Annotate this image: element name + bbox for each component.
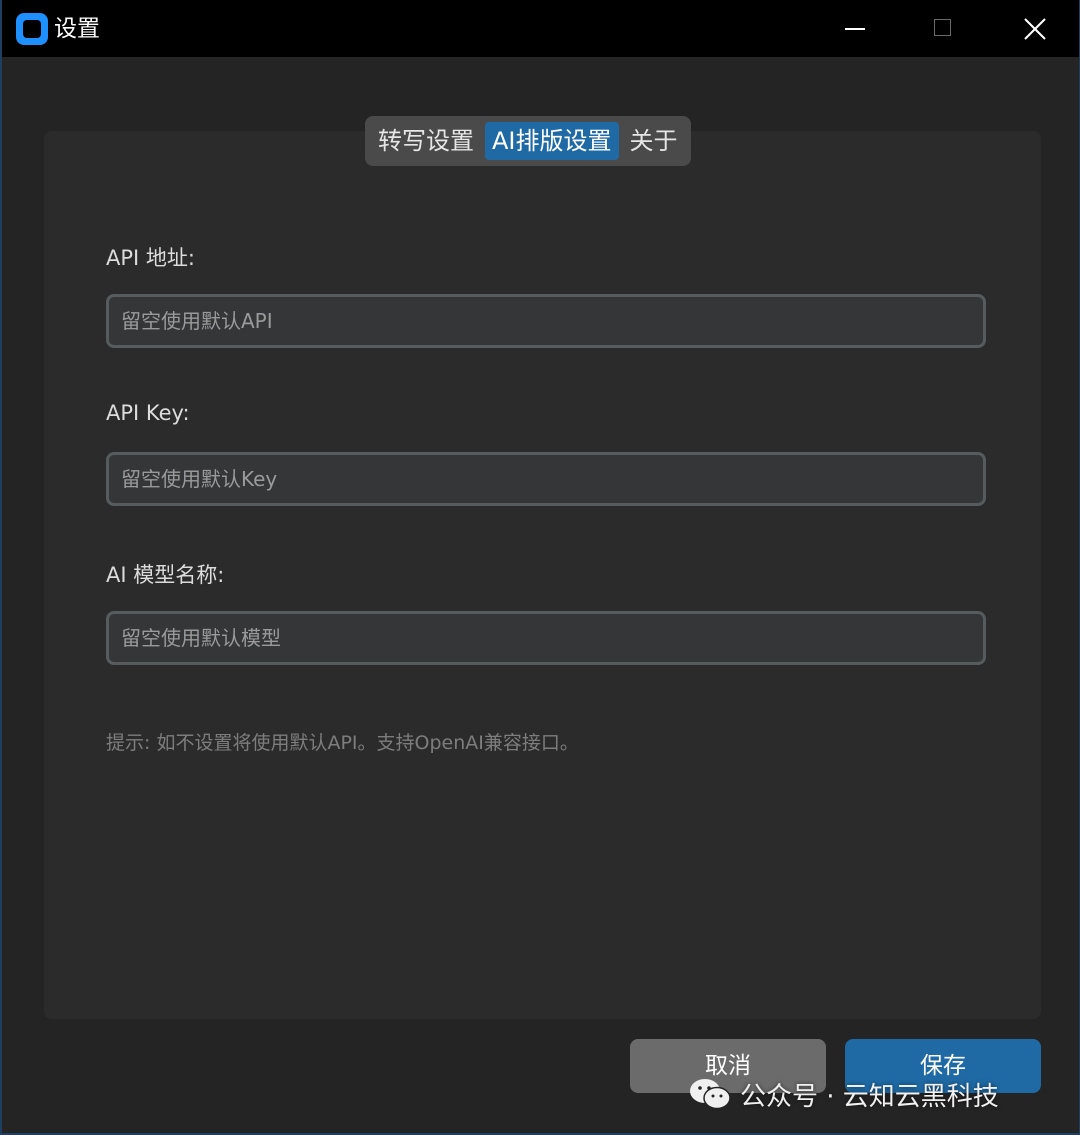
close-icon — [1024, 18, 1046, 40]
wechat-icon — [690, 1079, 731, 1110]
maximize-button[interactable] — [898, 0, 988, 57]
model-name-input[interactable] — [106, 611, 986, 665]
minimize-button[interactable] — [810, 0, 900, 57]
tab-about[interactable]: 关于 — [623, 122, 685, 160]
tab-transcription-settings[interactable]: 转写设置 — [371, 122, 481, 160]
tab-ai-layout-settings[interactable]: AI排版设置 — [485, 122, 619, 160]
window-title: 设置 — [54, 16, 100, 42]
title-bar[interactable]: 设置 — [2, 0, 1079, 57]
api-url-label: API 地址: — [106, 246, 195, 270]
api-key-label: API Key: — [106, 401, 190, 425]
hint-text: 提示: 如不设置将使用默认API。支持OpenAI兼容接口。 — [106, 732, 579, 754]
watermark-text: 公众号 · 云知云黑科技 — [740, 1081, 999, 1112]
minimize-icon — [845, 28, 865, 30]
close-button[interactable] — [990, 0, 1079, 57]
tab-bar: 转写设置 AI排版设置 关于 — [365, 116, 691, 166]
api-key-input[interactable] — [106, 452, 986, 506]
model-name-label: AI 模型名称: — [106, 563, 225, 587]
app-logo-icon — [16, 13, 48, 45]
watermark: 公众号 · 云知云黑科技 — [688, 1074, 999, 1114]
api-url-input[interactable] — [106, 294, 986, 348]
settings-window: 设置 转写设置 AI排版设置 关于 API 地址: API Key: AI 模型… — [0, 0, 1080, 1135]
maximize-icon — [934, 19, 951, 36]
